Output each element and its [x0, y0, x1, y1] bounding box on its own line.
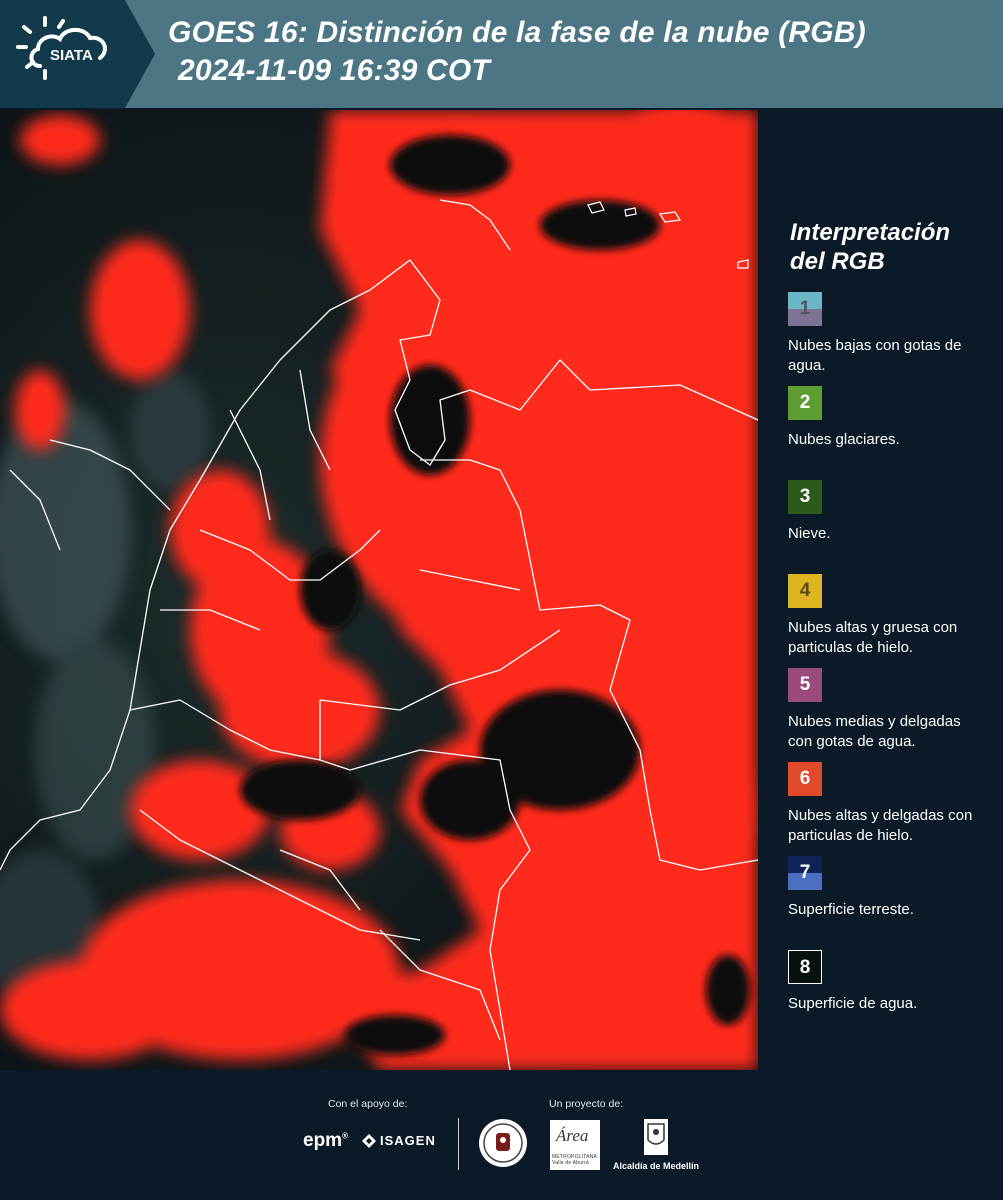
- seal-icon: [479, 1119, 527, 1167]
- legend-item: 5 Nubes medias y delgadas con gotas de ag…: [788, 668, 993, 762]
- alcaldia-shield-icon: [643, 1118, 669, 1161]
- logo-text: SIATA: [50, 47, 93, 64]
- legend-item: 4 Nubes altas y gruesa con particulas de …: [788, 574, 993, 668]
- legend-title: Interpretación del RGB: [790, 218, 993, 276]
- legend-swatch: 3: [788, 480, 822, 514]
- title-line-2: 2024-11-09 16:39 COT: [178, 54, 490, 87]
- legend-swatch: 2: [788, 386, 822, 420]
- legend-label: Nubes medias y delgadas con gotas de agu…: [788, 713, 961, 750]
- title-line-1: GOES 16: Distinción de la fase de la nub…: [168, 16, 866, 49]
- area-logo-sub: METROPOLITANA Valle de Aburrá: [552, 1154, 597, 1166]
- legend-label: Nubes bajas con gotas de agua.: [788, 337, 962, 374]
- siata-logo: SIATA: [0, 0, 155, 108]
- footer: Con el apoyo de: Un proyecto de: epm® IS…: [0, 1072, 1003, 1200]
- page-title: GOES 16: Distinción de la fase de la nub…: [168, 14, 866, 90]
- footer-divider: [458, 1118, 459, 1170]
- legend-item: 8 Superficie de agua.: [788, 950, 993, 1044]
- legend-label: Superficie de agua.: [788, 995, 918, 1012]
- isagen-logo: ISAGEN: [362, 1133, 436, 1148]
- medellin-seal: [478, 1118, 528, 1173]
- legend-title-line-2: del RGB: [790, 248, 885, 275]
- alcaldia-text: Alcaldía de Medellín: [613, 1161, 700, 1171]
- legend-swatch: 1: [788, 292, 822, 326]
- legend-label: Nubes glaciares.: [788, 431, 900, 448]
- header-bar: SIATA GOES 16: Distinción de la fase de …: [0, 0, 1003, 108]
- isagen-text: ISAGEN: [380, 1133, 436, 1148]
- legend-swatch: 4: [788, 574, 822, 608]
- legend-swatch: 6: [788, 762, 822, 796]
- support-label: Con el apoyo de:: [328, 1098, 408, 1110]
- area-logo-text: Área: [556, 1126, 589, 1145]
- legend-panel: Interpretación del RGB 1 Nubes bajas con …: [788, 218, 993, 1044]
- legend-swatch: 7: [788, 856, 822, 890]
- legend-items: 1 Nubes bajas con gotas de agua. 2 Nubes gl…: [788, 292, 993, 1044]
- legend-item: 6 Nubes altas y delgadas con particulas d…: [788, 762, 993, 856]
- legend-item: 7 Superficie terreste.: [788, 856, 993, 950]
- epm-text: epm: [303, 1130, 343, 1151]
- isagen-icon: [362, 1133, 376, 1148]
- legend-title-line-1: Interpretación: [790, 219, 951, 246]
- project-label: Un proyecto de:: [549, 1098, 624, 1110]
- satellite-map: [0, 110, 758, 1070]
- legend-item: 1 Nubes bajas con gotas de agua.: [788, 292, 993, 386]
- legend-label: Nubes altas y gruesa con particulas de h…: [788, 619, 958, 656]
- legend-swatch: 8: [788, 950, 822, 984]
- logo-panel-shape: SIATA: [0, 0, 155, 108]
- area-metropolitana-logo: Área METROPOLITANA Valle de Aburrá: [550, 1120, 600, 1170]
- legend-label: Nieve.: [788, 525, 831, 542]
- legend-label: Superficie terreste.: [788, 901, 914, 918]
- legend-item: 2 Nubes glaciares.: [788, 386, 993, 480]
- legend-label: Nubes altas y delgadas con particulas de…: [788, 807, 973, 844]
- satellite-image: [0, 110, 758, 1070]
- legend-item: 3 Nieve.: [788, 480, 993, 574]
- epm-logo: epm®: [303, 1130, 348, 1151]
- legend-swatch: 5: [788, 668, 822, 702]
